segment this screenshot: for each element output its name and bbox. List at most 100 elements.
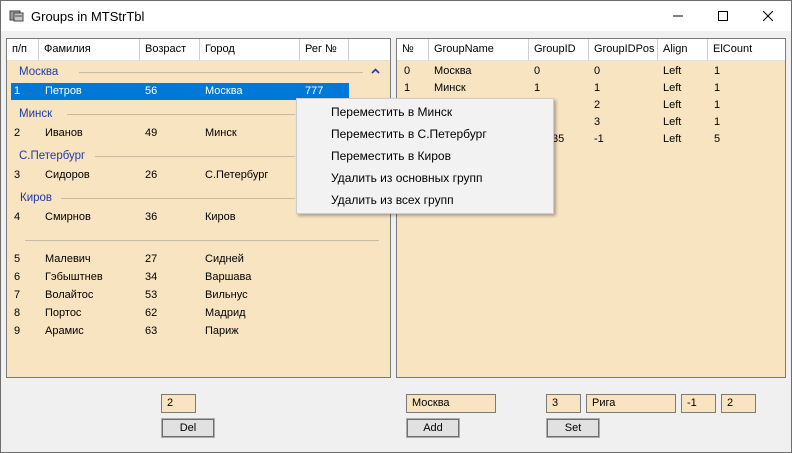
cell-nn: 6 bbox=[14, 271, 21, 283]
column-header-groupidpos[interactable]: GroupIDPos bbox=[589, 39, 658, 60]
group-header-kirov[interactable]: Киров bbox=[20, 190, 52, 206]
maximize-button[interactable] bbox=[700, 1, 745, 31]
cell-elcount: 1 bbox=[714, 65, 721, 77]
cell-city: С.Петербург bbox=[205, 169, 269, 181]
group-divider bbox=[79, 72, 363, 73]
table-row[interactable]: 7 Волайтос 53 Вильнус bbox=[7, 287, 390, 304]
group-divider bbox=[61, 198, 295, 199]
cell-align: Left bbox=[663, 116, 682, 128]
set-button[interactable]: Set bbox=[546, 418, 600, 438]
cell-city: Москва bbox=[205, 85, 243, 97]
column-header-no[interactable]: № bbox=[397, 39, 429, 60]
menu-item-remove-all-groups[interactable]: Удалить из всех групп bbox=[331, 189, 454, 211]
add-name-field[interactable]: Москва bbox=[406, 394, 496, 413]
table-row[interactable]: 0 Москва 0 0 Left 1 bbox=[397, 63, 785, 80]
cell-elcount: 5 bbox=[714, 133, 721, 145]
cell-elcount: 1 bbox=[714, 82, 721, 94]
cell-elcount: 1 bbox=[714, 99, 721, 111]
cell-no: 0 bbox=[404, 65, 411, 77]
cell-city: Париж bbox=[205, 325, 239, 337]
cell-city: Сидней bbox=[205, 253, 244, 265]
cell-city: Вильнус bbox=[205, 289, 248, 301]
group-divider bbox=[67, 114, 295, 115]
cell-age: 53 bbox=[145, 289, 158, 301]
group-header-spb[interactable]: С.Петербург bbox=[19, 148, 85, 164]
cell-align: Left bbox=[663, 133, 682, 145]
cell-city: Варшава bbox=[205, 271, 252, 283]
cell-age: 49 bbox=[145, 127, 158, 139]
cell-align: Left bbox=[663, 65, 682, 77]
menu-item-move-minsk[interactable]: Переместить в Минск bbox=[331, 101, 452, 123]
cell-groupidpos: 3 bbox=[594, 116, 601, 128]
ungrouped-divider bbox=[25, 240, 379, 241]
table-row[interactable]: 8 Портос 62 Мадрид bbox=[7, 305, 390, 322]
group-header-minsk[interactable]: Минск bbox=[19, 106, 52, 122]
cell-surname: Смирнов bbox=[45, 211, 91, 223]
cell-city: Минск bbox=[205, 127, 237, 139]
cell-surname: Малевич bbox=[45, 253, 91, 265]
set-count-field[interactable]: 2 bbox=[721, 394, 756, 413]
cell-elcount: 1 bbox=[714, 116, 721, 128]
chevron-up-icon[interactable] bbox=[371, 68, 380, 74]
table-row[interactable]: 1 Минск 1 1 Left 1 bbox=[397, 80, 785, 97]
cell-age: 62 bbox=[145, 307, 158, 319]
cell-no: 1 bbox=[404, 82, 411, 94]
column-header-age[interactable]: Возраст bbox=[140, 39, 200, 60]
set-index-field[interactable]: 3 bbox=[546, 394, 581, 413]
column-header-surname[interactable]: Фамилия bbox=[39, 39, 140, 60]
column-header-city[interactable]: Город bbox=[200, 39, 300, 60]
del-button[interactable]: Del bbox=[161, 418, 215, 438]
cell-groupidpos: 1 bbox=[594, 82, 601, 94]
del-index-field[interactable]: 2 bbox=[161, 394, 196, 413]
title-bar[interactable]: Groups in MTStrTbl bbox=[1, 1, 791, 31]
cell-groupid: 1 bbox=[534, 82, 541, 94]
add-button[interactable]: Add bbox=[406, 418, 460, 438]
column-header-reg[interactable]: Рег № bbox=[300, 39, 349, 60]
menu-item-remove-main-groups[interactable]: Удалить из основных групп bbox=[331, 167, 483, 189]
cell-surname: Иванов bbox=[45, 127, 83, 139]
cell-surname: Арамис bbox=[45, 325, 84, 337]
cell-age: 63 bbox=[145, 325, 158, 337]
persons-table-header: п/п Фамилия Возраст Город Рег № bbox=[7, 39, 390, 61]
cell-surname: Гэбыштнев bbox=[45, 271, 103, 283]
cell-city: Киров bbox=[205, 211, 236, 223]
groups-table-header: № GroupName GroupID GroupIDPos Align ElC… bbox=[397, 39, 785, 61]
set-name-field[interactable]: Рига bbox=[586, 394, 676, 413]
cell-age: 56 bbox=[145, 85, 158, 97]
cell-groupidpos: 0 bbox=[594, 65, 601, 77]
cell-age: 26 bbox=[145, 169, 158, 181]
close-button[interactable] bbox=[745, 1, 790, 31]
cell-groupid: 0 bbox=[534, 65, 541, 77]
group-header-moscow[interactable]: Москва bbox=[19, 64, 58, 80]
set-pos-field[interactable]: -1 bbox=[681, 394, 716, 413]
cell-surname: Петров bbox=[45, 85, 82, 97]
cell-surname: Волайтос bbox=[45, 289, 94, 301]
cell-age: 36 bbox=[145, 211, 158, 223]
app-icon bbox=[9, 10, 24, 22]
cell-align: Left bbox=[663, 99, 682, 111]
table-row[interactable]: 5 Малевич 27 Сидней bbox=[7, 251, 390, 268]
cell-age: 27 bbox=[145, 253, 158, 265]
cell-nn: 8 bbox=[14, 307, 21, 319]
cell-surname: Портос bbox=[45, 307, 82, 319]
cell-surname: Сидоров bbox=[45, 169, 90, 181]
minimize-button[interactable] bbox=[655, 1, 700, 31]
column-header-align[interactable]: Align bbox=[658, 39, 708, 60]
cell-nn: 4 bbox=[14, 211, 21, 223]
window-title: Groups in MTStrTbl bbox=[31, 9, 145, 24]
menu-item-move-kirov[interactable]: Переместить в Киров bbox=[331, 145, 451, 167]
cell-nn: 1 bbox=[14, 85, 21, 97]
menu-item-move-spb[interactable]: Переместить в С.Петербург bbox=[331, 123, 487, 145]
column-header-groupid[interactable]: GroupID bbox=[529, 39, 589, 60]
table-row[interactable]: 9 Арамис 63 Париж bbox=[7, 323, 390, 340]
column-header-nn[interactable]: п/п bbox=[7, 39, 39, 60]
cell-groupidpos: -1 bbox=[594, 133, 604, 145]
cell-groupname: Москва bbox=[434, 65, 472, 77]
table-row[interactable]: 6 Гэбыштнев 34 Варшава bbox=[7, 269, 390, 286]
cell-align: Left bbox=[663, 82, 682, 94]
maximize-icon bbox=[717, 11, 728, 21]
column-header-groupname[interactable]: GroupName bbox=[429, 39, 529, 60]
cell-nn: 3 bbox=[14, 169, 21, 181]
minimize-icon bbox=[672, 15, 683, 17]
column-header-elcount[interactable]: ElCount bbox=[708, 39, 784, 60]
